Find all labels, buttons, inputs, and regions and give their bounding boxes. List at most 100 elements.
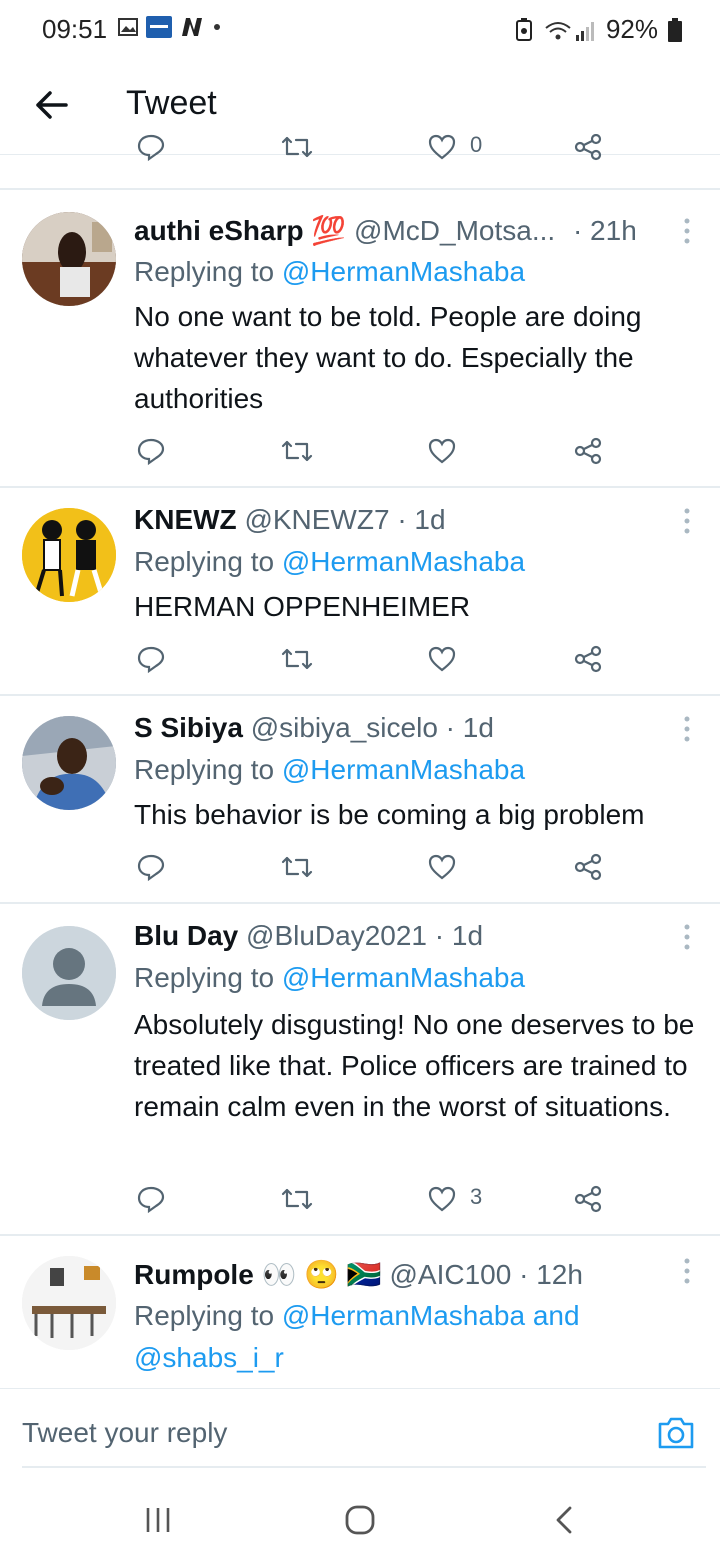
share-icon[interactable] <box>573 436 603 466</box>
like-icon[interactable] <box>427 134 457 162</box>
retweet-icon[interactable] <box>280 1184 314 1214</box>
like-icon[interactable] <box>427 1184 457 1214</box>
retweet-icon[interactable] <box>280 134 314 162</box>
tweet-time: · 21h <box>572 215 637 246</box>
replying-to: Replying to @HermanMashaba <box>134 754 525 786</box>
tweet-time: · 12h <box>519 1259 583 1290</box>
tweet-header: S Sibiya @sibiya_sicelo · 1d <box>134 712 494 744</box>
tweet-actions <box>0 644 720 688</box>
back-icon[interactable] <box>552 1506 574 1534</box>
retweet-icon[interactable] <box>280 436 314 466</box>
back-arrow-icon[interactable] <box>30 84 72 126</box>
replying-to-label: Replying to <box>134 546 282 577</box>
tweet-time: · 1d <box>397 504 446 535</box>
mention-link[interactable]: @shabs_i_r <box>134 1342 284 1373</box>
share-icon[interactable] <box>573 134 603 162</box>
system-navigation-bar <box>0 1470 720 1560</box>
more-icon[interactable] <box>682 216 692 246</box>
reply-icon[interactable] <box>136 852 166 882</box>
tweet-text: Absolutely disgusting! No one deserves t… <box>134 1009 695 1122</box>
like-icon[interactable] <box>427 644 457 674</box>
user-name[interactable]: authi eSharp <box>134 215 304 246</box>
replying-to: Replying to @HermanMashaba <box>134 546 525 578</box>
emoji-badge: 💯 <box>311 215 347 246</box>
tweet-time: · 1d <box>445 712 494 743</box>
tweet-item[interactable]: Rumpole 👀 🙄 🇿🇦 @AIC100 · 12h Replying to… <box>0 1236 720 1388</box>
replying-to-label: Replying to <box>134 754 282 785</box>
reply-icon[interactable] <box>136 436 166 466</box>
user-handle[interactable]: @AIC100 <box>390 1259 512 1290</box>
avatar[interactable] <box>22 1256 116 1350</box>
tweet-time: · 1d <box>434 920 484 951</box>
more-icon[interactable] <box>682 506 692 536</box>
mention-link[interactable]: @HermanMashaba <box>282 754 525 785</box>
user-handle[interactable]: @BluDay2021 <box>246 920 427 951</box>
reply-icon[interactable] <box>136 1184 166 1214</box>
tweet-item[interactable]: S Sibiya @sibiya_sicelo · 1d Replying to… <box>0 696 720 902</box>
battery-icon <box>668 17 682 42</box>
avatar[interactable] <box>22 716 116 810</box>
emoji-badge: 👀 🙄 🇿🇦 <box>261 1259 382 1290</box>
like-count: 3 <box>470 1184 483 1209</box>
user-name[interactable]: KNEWZ <box>134 504 237 535</box>
tweet-actions <box>0 434 720 478</box>
tweet-header: KNEWZ @KNEWZ7 · 1d <box>134 504 446 536</box>
avatar[interactable] <box>22 508 116 602</box>
tweet-item[interactable]: authi eSharp 💯 @McD_Motsa... · 21h Reply… <box>0 190 720 486</box>
retweet-icon[interactable] <box>280 644 314 674</box>
news-app-icon <box>146 16 172 38</box>
reply-composer[interactable]: Tweet your reply <box>0 1388 720 1469</box>
avatar[interactable] <box>22 212 116 306</box>
mention-link[interactable]: @HermanMashaba <box>282 546 525 577</box>
wifi-signal-icon <box>545 21 594 41</box>
more-icon[interactable] <box>682 922 692 952</box>
share-icon[interactable] <box>573 1184 603 1214</box>
home-icon[interactable] <box>344 1504 376 1536</box>
user-name[interactable]: Blu Day <box>134 920 238 951</box>
dot-icon <box>214 24 220 30</box>
tweet-text: This behavior is be coming a big problem <box>134 799 645 830</box>
more-icon[interactable] <box>682 1256 692 1286</box>
battery-saver-icon <box>515 17 532 41</box>
tweet-header: authi eSharp 💯 @McD_Motsa... · 21h <box>134 214 637 247</box>
replying-to-label: Replying to <box>134 1300 282 1331</box>
camera-icon[interactable] <box>656 1415 696 1451</box>
tweet-header: Blu Day @BluDay2021 · 1d <box>134 920 483 952</box>
user-handle[interactable]: @KNEWZ7 <box>244 504 389 535</box>
replying-to: Replying to @HermanMashaba <box>134 962 525 994</box>
retweet-icon[interactable] <box>280 852 314 882</box>
user-handle[interactable]: @sibiya_sicelo <box>251 712 438 743</box>
like-count: 0 <box>470 134 483 157</box>
previous-tweet-actions: 0 <box>0 134 720 174</box>
like-icon[interactable] <box>427 436 457 466</box>
replying-to-label: Replying to <box>134 962 282 993</box>
user-handle[interactable]: @McD_Motsa... <box>354 215 555 246</box>
reply-icon[interactable] <box>136 644 166 674</box>
gallery-icon <box>118 18 138 36</box>
reply-input[interactable]: Tweet your reply <box>22 1417 227 1449</box>
more-icon[interactable] <box>682 714 692 744</box>
replying-to: Replying to @HermanMashaba and <box>134 1300 580 1332</box>
tweet-text: No one want to be told. People are doing… <box>134 301 642 414</box>
mention-link[interactable]: @HermanMashaba <box>282 962 525 993</box>
recents-icon[interactable] <box>144 1506 172 1534</box>
like-icon[interactable] <box>427 852 457 882</box>
user-name[interactable]: S Sibiya <box>134 712 243 743</box>
tweet-actions: 3 <box>0 1184 720 1228</box>
status-bar: 09:51 92% <box>0 0 720 58</box>
user-name[interactable]: Rumpole <box>134 1259 254 1290</box>
tweet-item[interactable]: Blu Day @BluDay2021 · 1d Replying to @He… <box>0 904 720 1234</box>
tweet-item[interactable]: KNEWZ @KNEWZ7 · 1d Replying to @HermanMa… <box>0 488 720 694</box>
tweet-header: Rumpole 👀 🙄 🇿🇦 @AIC100 · 12h <box>134 1258 583 1291</box>
mention-link[interactable]: @HermanMashaba and <box>282 1300 580 1331</box>
share-icon[interactable] <box>573 644 603 674</box>
system-icons: 92% <box>514 14 682 45</box>
replying-to: Replying to @HermanMashaba <box>134 256 525 288</box>
share-icon[interactable] <box>573 852 603 882</box>
battery-percent: 92% <box>605 14 658 44</box>
avatar[interactable] <box>22 926 116 1020</box>
mention-link[interactable]: @HermanMashaba <box>282 256 525 287</box>
notification-icons <box>118 16 222 38</box>
n-app-icon <box>182 18 202 36</box>
reply-icon[interactable] <box>136 134 166 162</box>
